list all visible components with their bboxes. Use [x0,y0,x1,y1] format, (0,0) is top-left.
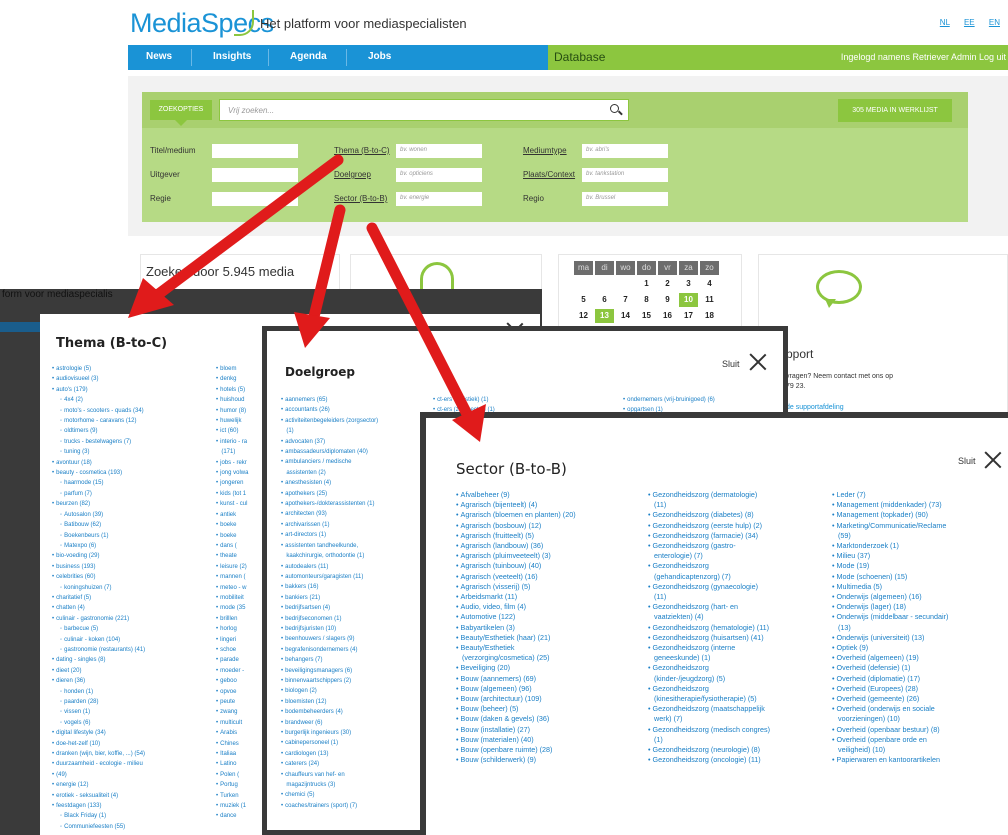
arrow-sector [366,222,476,426]
annotation-arrows [128,154,486,442]
arrow-thema [150,154,344,302]
arrowhead-doelgroep [294,312,330,348]
arrow-doelgroep [306,204,346,331]
